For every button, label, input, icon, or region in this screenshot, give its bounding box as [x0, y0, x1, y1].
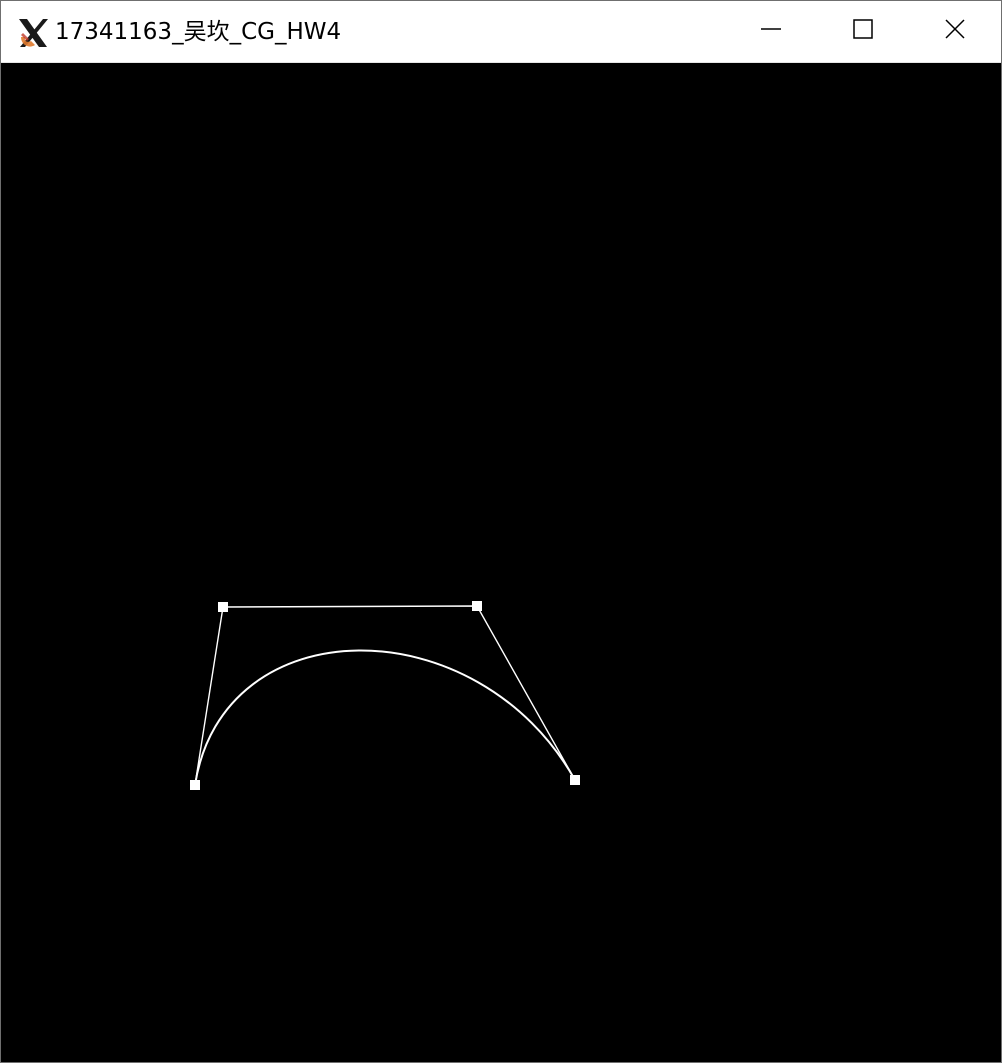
minimize-icon	[761, 19, 781, 44]
control-point-1[interactable]	[190, 780, 200, 790]
title-bar[interactable]: 17341163_吴坎_CG_HW4	[1, 1, 1001, 63]
maximize-button[interactable]	[817, 1, 909, 62]
x-app-icon	[15, 15, 51, 51]
control-point-3[interactable]	[472, 601, 482, 611]
close-button[interactable]	[909, 1, 1001, 62]
control-polygon	[194, 605, 576, 786]
drawing-canvas[interactable]	[1, 63, 1001, 1062]
control-point-4[interactable]	[570, 775, 580, 785]
bezier-canvas-svg[interactable]	[1, 63, 1001, 1062]
close-icon	[945, 19, 965, 44]
bezier-curve	[194, 649, 576, 786]
minimize-button[interactable]	[725, 1, 817, 62]
window-title: 17341163_吴坎_CG_HW4	[55, 19, 342, 45]
control-point-2[interactable]	[218, 602, 228, 612]
app-window: 17341163_吴坎_CG_HW4	[0, 0, 1002, 1063]
maximize-icon	[853, 19, 873, 44]
